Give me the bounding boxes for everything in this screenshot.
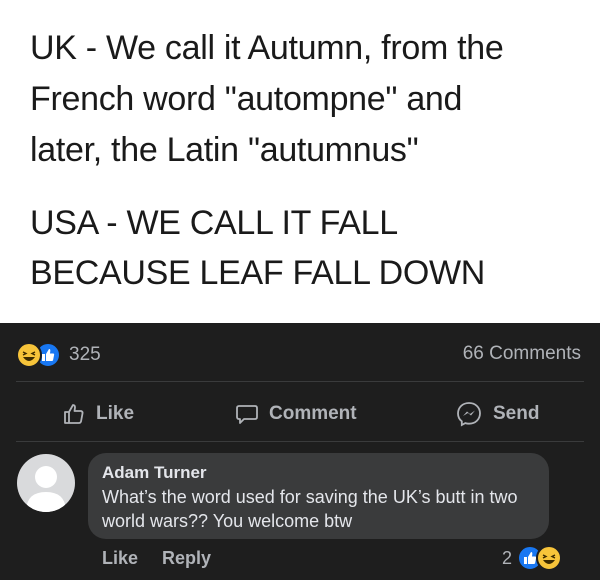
- avatar[interactable]: [17, 454, 75, 512]
- divider-bottom: [16, 441, 584, 442]
- comment-text: What’s the word used for saving the UK’s…: [102, 487, 518, 531]
- default-profile-icon: [26, 466, 66, 512]
- comment-reply-link[interactable]: Reply: [162, 548, 211, 569]
- meme-image: UK - We call it Autumn, from the French …: [0, 0, 600, 323]
- like-button-label: Like: [96, 403, 135, 424]
- meme-line-1: UK - We call it Autumn, from the: [30, 29, 504, 67]
- comment-like-link[interactable]: Like: [102, 548, 138, 569]
- comment-reactions[interactable]: [517, 545, 562, 571]
- like-button[interactable]: Like: [62, 399, 134, 429]
- comments-count[interactable]: 66 Comments: [463, 343, 581, 365]
- thumbs-up-icon: [64, 404, 84, 424]
- comment-button[interactable]: Comment: [235, 399, 357, 429]
- send-button[interactable]: Send: [455, 399, 539, 429]
- comment-reaction-count[interactable]: 2: [502, 548, 512, 569]
- meme-line-3: later, the Latin "autumnus": [30, 131, 419, 169]
- reaction-summary[interactable]: 325: [16, 340, 101, 370]
- haha-icon: [536, 545, 562, 571]
- meme-line-2: French word "autompne" and: [30, 80, 463, 118]
- reaction-count: 325: [69, 344, 101, 365]
- comment-author[interactable]: Adam Turner: [102, 463, 207, 483]
- send-button-label: Send: [493, 403, 540, 424]
- messenger-icon: [457, 402, 481, 427]
- comment-icon: [236, 405, 258, 424]
- divider-top: [16, 381, 584, 382]
- meme-line-5: BECAUSE LEAF FALL DOWN: [30, 254, 486, 292]
- meme-line-4: USA - WE CALL IT FALL: [30, 204, 398, 242]
- haha-icon: [16, 342, 42, 368]
- comment-button-label: Comment: [269, 403, 357, 424]
